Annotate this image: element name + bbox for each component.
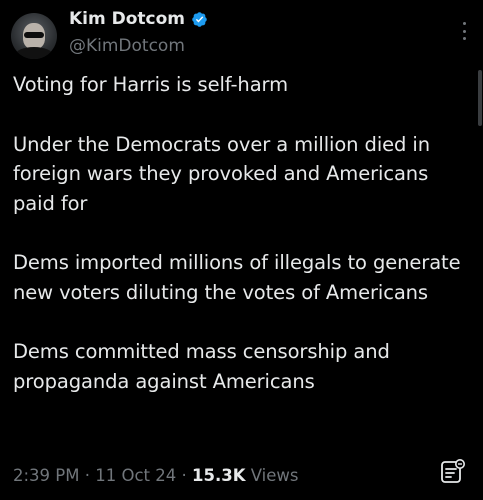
author-name-row: Kim Dotcom	[69, 9, 208, 29]
post-paragraph: Under the Democrats over a million died …	[13, 132, 430, 215]
meta-separator: ·	[176, 466, 192, 485]
author-display-name[interactable]: Kim Dotcom	[69, 9, 185, 29]
meta-separator: ·	[79, 466, 96, 485]
post-body: Voting for Harris is self-harm Under the…	[13, 70, 468, 426]
post-meta: 2:39 PM · 11 Oct 24 · 15.3K Views	[13, 466, 299, 485]
views-count: 15.3K	[192, 466, 246, 485]
avatar-glasses	[24, 32, 44, 38]
avatar-shirt	[15, 47, 53, 59]
post-analytics-icon[interactable]	[440, 459, 466, 485]
post-paragraph: Voting for Harris is self-harm	[13, 73, 289, 96]
more-options-icon[interactable]	[461, 22, 467, 40]
post-paragraph: Dems committed mass censorship and propa…	[13, 340, 390, 393]
post-time[interactable]: 2:39 PM	[13, 466, 79, 485]
verified-badge-icon	[191, 11, 208, 28]
author-handle[interactable]: @KimDotcom	[69, 36, 185, 56]
post-paragraph: Dems imported millions of illegals to ge…	[13, 251, 461, 304]
views-label: Views	[245, 466, 299, 485]
avatar[interactable]	[11, 13, 57, 59]
post-date[interactable]: 11 Oct 24	[95, 466, 176, 485]
tweet-card: Kim Dotcom @KimDotcom Voting for Harris …	[0, 0, 483, 500]
scroll-indicator	[478, 70, 482, 126]
